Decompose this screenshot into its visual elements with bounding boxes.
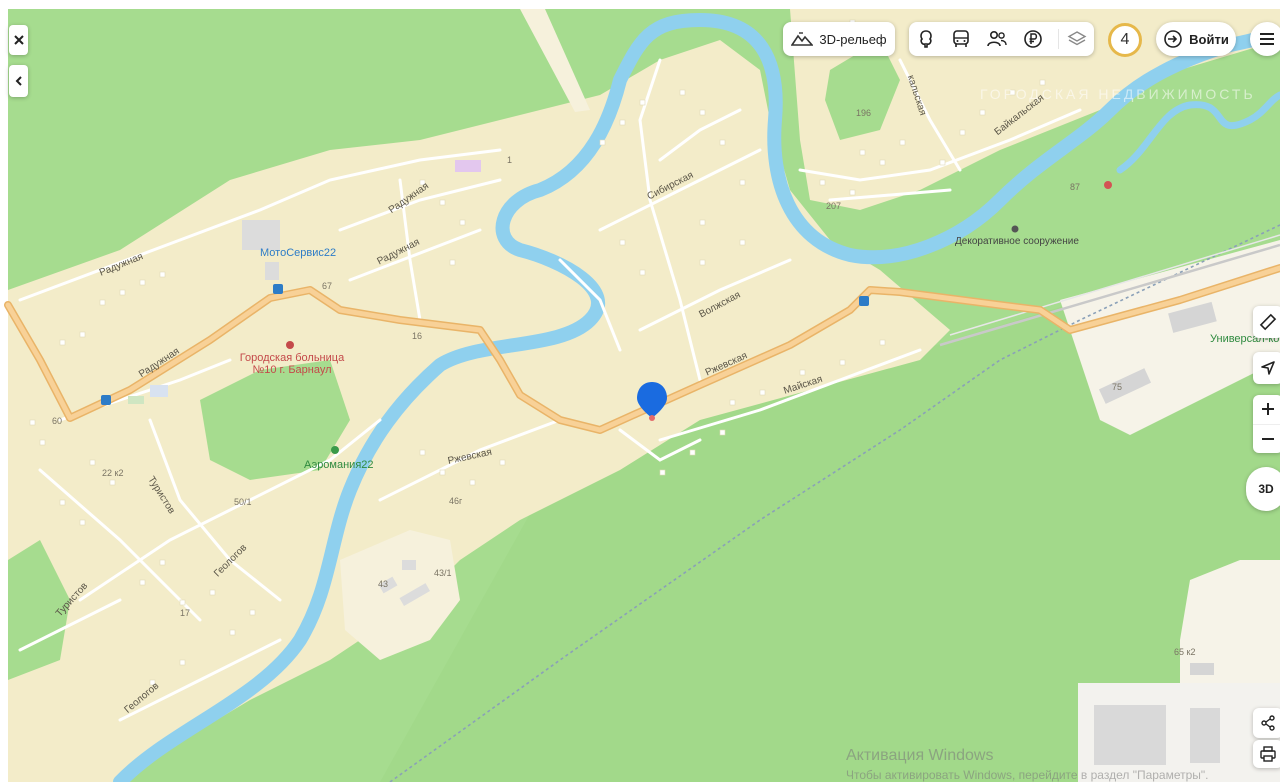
close-icon bbox=[13, 35, 24, 45]
house-number: 16 bbox=[412, 331, 423, 341]
printer-icon bbox=[1260, 746, 1276, 762]
tree-icon bbox=[920, 30, 933, 48]
ruble-icon bbox=[1023, 30, 1042, 48]
relief-3d-label: 3D-рельеф bbox=[819, 31, 887, 47]
windows-activation-subtitle: Чтобы активировать Windows, перейдите в … bbox=[846, 768, 1209, 782]
bus-icon bbox=[953, 30, 969, 47]
population-layer-button[interactable] bbox=[986, 29, 1008, 49]
menu-button[interactable] bbox=[1250, 22, 1280, 56]
layer-switcher-group bbox=[909, 22, 1094, 56]
close-panel-button[interactable] bbox=[9, 25, 28, 55]
poi-label-aeromania[interactable]: Аэромания22 bbox=[304, 459, 374, 471]
house-number: 207 bbox=[826, 201, 842, 211]
view-3d-label: 3D bbox=[1258, 482, 1274, 496]
poi-label-motoservis[interactable]: МотоСервис22 bbox=[260, 247, 336, 259]
windows-activation-title: Активация Windows bbox=[846, 747, 994, 764]
login-label: Войти bbox=[1189, 31, 1229, 47]
chevron-left-icon bbox=[15, 76, 22, 86]
layers-icon bbox=[1067, 31, 1087, 46]
hamburger-menu-icon bbox=[1260, 33, 1274, 45]
house-number: 75 bbox=[1112, 382, 1123, 392]
house-number: 17 bbox=[180, 608, 191, 618]
share-icon bbox=[1261, 715, 1275, 731]
house-number: 65 к2 bbox=[1174, 647, 1196, 657]
house-number: 22 к2 bbox=[102, 468, 124, 478]
map-canvas[interactable] bbox=[0, 0, 1280, 782]
ruler-icon bbox=[1259, 313, 1277, 331]
geolocation-button[interactable] bbox=[1253, 352, 1280, 384]
terrain-icon bbox=[791, 32, 814, 46]
collapse-panel-button[interactable] bbox=[9, 65, 28, 97]
navigation-arrow-icon bbox=[1261, 361, 1275, 375]
house-number: 60 bbox=[52, 416, 63, 426]
transport-layer-button[interactable] bbox=[951, 29, 971, 49]
monument-icon bbox=[1011, 225, 1019, 233]
house-number: 43/1 bbox=[434, 568, 452, 578]
hospital-icon bbox=[286, 341, 294, 349]
ruler-button[interactable] bbox=[1253, 306, 1280, 338]
house-number: 1 bbox=[507, 155, 513, 165]
zoom-in-button[interactable] bbox=[1261, 395, 1275, 424]
minus-icon bbox=[1262, 437, 1274, 440]
print-button[interactable] bbox=[1253, 740, 1280, 768]
view-3d-button[interactable]: 3D bbox=[1246, 467, 1280, 511]
house-number: 43 bbox=[378, 579, 389, 589]
relief-3d-button[interactable]: 3D-рельеф bbox=[783, 22, 895, 56]
house-number: 46г bbox=[449, 496, 463, 506]
counter-badge[interactable]: 4 bbox=[1108, 23, 1142, 57]
layers-button[interactable] bbox=[1057, 29, 1087, 49]
attraction-icon bbox=[1104, 181, 1112, 189]
poi-label-hospital[interactable]: Городская больница №10 г. Барнаул bbox=[237, 352, 347, 376]
zoom-out-button[interactable] bbox=[1253, 423, 1280, 454]
people-icon bbox=[987, 30, 1007, 47]
plus-icon bbox=[1262, 403, 1274, 416]
share-button[interactable] bbox=[1253, 708, 1280, 738]
poi-label-decorative[interactable]: Декоративное сооружение bbox=[955, 236, 1079, 247]
brand-watermark: ГОРОДСКАЯ НЕДВИЖИМОСТЬ bbox=[980, 86, 1256, 102]
house-number: 67 bbox=[322, 281, 333, 291]
zoom-controls bbox=[1253, 395, 1280, 453]
parks-layer-button[interactable] bbox=[916, 29, 936, 49]
shop-icon bbox=[331, 446, 339, 454]
counter-value: 4 bbox=[1120, 31, 1130, 48]
login-icon bbox=[1164, 30, 1182, 48]
login-button[interactable]: Войти bbox=[1156, 22, 1236, 56]
house-number: 50/1 bbox=[234, 497, 252, 507]
house-number: 196 bbox=[856, 108, 872, 118]
prices-layer-button[interactable] bbox=[1023, 29, 1043, 49]
house-number: 87 bbox=[1070, 182, 1081, 192]
